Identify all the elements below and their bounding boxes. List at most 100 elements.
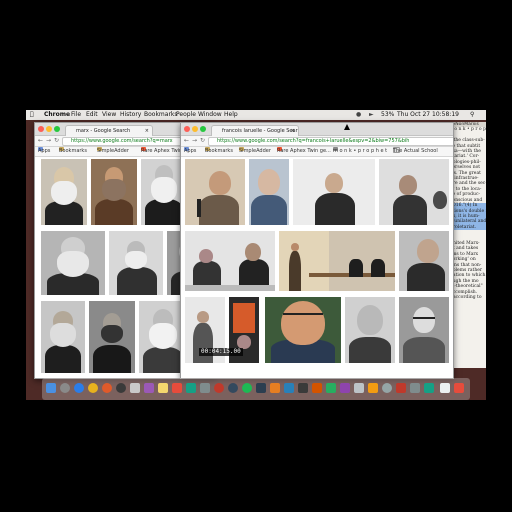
minimize-window-icon[interactable] bbox=[192, 126, 198, 132]
zoom-window-icon[interactable] bbox=[200, 126, 206, 132]
figure-beard bbox=[102, 179, 126, 201]
launchpad-icon[interactable] bbox=[60, 383, 70, 393]
menu-item-file[interactable]: File bbox=[71, 110, 81, 120]
menu-item-history[interactable]: History bbox=[120, 110, 141, 120]
app-icon[interactable] bbox=[424, 383, 434, 393]
app-icon[interactable] bbox=[298, 383, 308, 393]
image-result[interactable] bbox=[279, 231, 395, 291]
app-icon[interactable] bbox=[186, 383, 196, 393]
app-icon[interactable] bbox=[214, 383, 224, 393]
tab-marx-search[interactable]: marx - Google Search × bbox=[65, 125, 153, 136]
figure-face bbox=[399, 175, 417, 195]
chrome-icon[interactable] bbox=[88, 383, 98, 393]
forward-icon[interactable]: → bbox=[192, 137, 197, 145]
bookmark-label: Apps bbox=[38, 148, 51, 154]
figure-body bbox=[143, 347, 183, 373]
app-icon[interactable] bbox=[410, 383, 420, 393]
back-icon[interactable]: ← bbox=[184, 137, 189, 145]
app-icon[interactable] bbox=[340, 383, 350, 393]
menu-item-bookmarks[interactable]: Bookmarks bbox=[144, 110, 178, 120]
app-icon[interactable] bbox=[396, 383, 406, 393]
glasses-icon bbox=[283, 313, 323, 321]
figure-body bbox=[239, 259, 269, 285]
app-icon[interactable] bbox=[354, 383, 364, 393]
tab-laruelle-search[interactable]: francois laruelle - Google Sear × bbox=[211, 125, 299, 136]
figure-body bbox=[289, 251, 301, 291]
app-icon[interactable] bbox=[256, 383, 266, 393]
app-icon[interactable] bbox=[200, 383, 210, 393]
image-result[interactable] bbox=[185, 159, 245, 225]
spotify-icon[interactable] bbox=[242, 383, 252, 393]
image-result[interactable] bbox=[89, 301, 135, 373]
mouse-cursor-icon bbox=[344, 124, 350, 130]
figure-body bbox=[193, 261, 221, 285]
menu-item-edit[interactable]: Edit bbox=[86, 110, 98, 120]
image-result[interactable] bbox=[41, 231, 105, 295]
minimize-window-icon[interactable] bbox=[46, 126, 52, 132]
reload-icon[interactable]: ↻ bbox=[200, 137, 205, 145]
finder-icon[interactable] bbox=[46, 383, 56, 393]
figure-beard bbox=[51, 181, 77, 205]
image-result[interactable] bbox=[399, 297, 449, 363]
desktop-screen:  Chrome File Edit View History Bookmark… bbox=[26, 110, 486, 400]
image-result[interactable] bbox=[249, 159, 289, 225]
app-icon[interactable] bbox=[284, 383, 294, 393]
close-tab-icon[interactable]: × bbox=[291, 126, 295, 136]
image-result[interactable] bbox=[345, 297, 395, 363]
image-result[interactable] bbox=[293, 159, 375, 225]
close-window-icon[interactable] bbox=[184, 126, 190, 132]
figure-face bbox=[357, 305, 383, 335]
app-icon[interactable] bbox=[130, 383, 140, 393]
obs-icon[interactable] bbox=[116, 383, 126, 393]
reload-icon[interactable]: ↻ bbox=[54, 137, 59, 145]
image-result[interactable] bbox=[265, 297, 341, 363]
document-viewer[interactable]: lleNonMarxis n o n k • p r o p h e t r t… bbox=[450, 122, 486, 368]
battery-percent[interactable]: 53% bbox=[381, 110, 394, 120]
app-icon[interactable] bbox=[144, 383, 154, 393]
search-icon[interactable]: ⚲ bbox=[470, 110, 474, 120]
window-titlebar: francois laruelle - Google Sear × bbox=[181, 123, 453, 136]
close-window-icon[interactable] bbox=[38, 126, 44, 132]
image-result[interactable] bbox=[109, 231, 163, 295]
folder-icon[interactable] bbox=[440, 383, 450, 393]
trash-icon[interactable] bbox=[454, 383, 464, 393]
volume-icon[interactable]: ► bbox=[369, 110, 374, 120]
back-icon[interactable]: ← bbox=[38, 137, 43, 145]
menu-item-window[interactable]: Window bbox=[198, 110, 222, 120]
menu-app-name[interactable]: Chrome bbox=[44, 110, 70, 120]
safari-icon[interactable] bbox=[74, 383, 84, 393]
app-icon[interactable] bbox=[326, 383, 336, 393]
menu-item-view[interactable]: View bbox=[102, 110, 116, 120]
app-icon[interactable] bbox=[172, 383, 182, 393]
wifi-icon[interactable]: ● bbox=[356, 110, 361, 120]
menu-item-people[interactable]: People bbox=[176, 110, 196, 120]
app-icon[interactable] bbox=[382, 383, 392, 393]
doc-line: id-theoretical" bbox=[450, 284, 483, 290]
forward-icon[interactable]: → bbox=[46, 137, 51, 145]
app-icon[interactable] bbox=[312, 383, 322, 393]
figure-face bbox=[281, 301, 325, 345]
image-result[interactable] bbox=[91, 159, 137, 225]
artwork-canvas bbox=[233, 303, 255, 333]
image-result[interactable] bbox=[185, 231, 275, 291]
firefox-icon[interactable] bbox=[102, 383, 112, 393]
bookmark-label: Apps bbox=[184, 148, 197, 154]
url-field[interactable]: https://www.google.com/search?q=francois… bbox=[208, 137, 453, 146]
glasses-icon bbox=[413, 317, 435, 323]
app-icon[interactable] bbox=[368, 383, 378, 393]
image-result[interactable] bbox=[41, 159, 87, 225]
apple-icon[interactable]:  bbox=[30, 110, 34, 120]
figure-face bbox=[245, 243, 261, 261]
menu-item-help[interactable]: Help bbox=[224, 110, 238, 120]
close-tab-icon[interactable]: × bbox=[145, 126, 149, 136]
image-result[interactable] bbox=[41, 301, 85, 373]
app-icon[interactable] bbox=[228, 383, 238, 393]
zoom-window-icon[interactable] bbox=[54, 126, 60, 132]
image-result[interactable] bbox=[399, 231, 449, 291]
tab-title: marx - Google Search bbox=[76, 128, 131, 134]
notes-icon[interactable] bbox=[158, 383, 168, 393]
doc-line: n o n k • p r o p h e t bbox=[450, 127, 486, 133]
image-result[interactable] bbox=[379, 159, 449, 225]
app-icon[interactable] bbox=[270, 383, 280, 393]
menu-clock[interactable]: Thu Oct 27 10:58:19 bbox=[397, 110, 459, 120]
